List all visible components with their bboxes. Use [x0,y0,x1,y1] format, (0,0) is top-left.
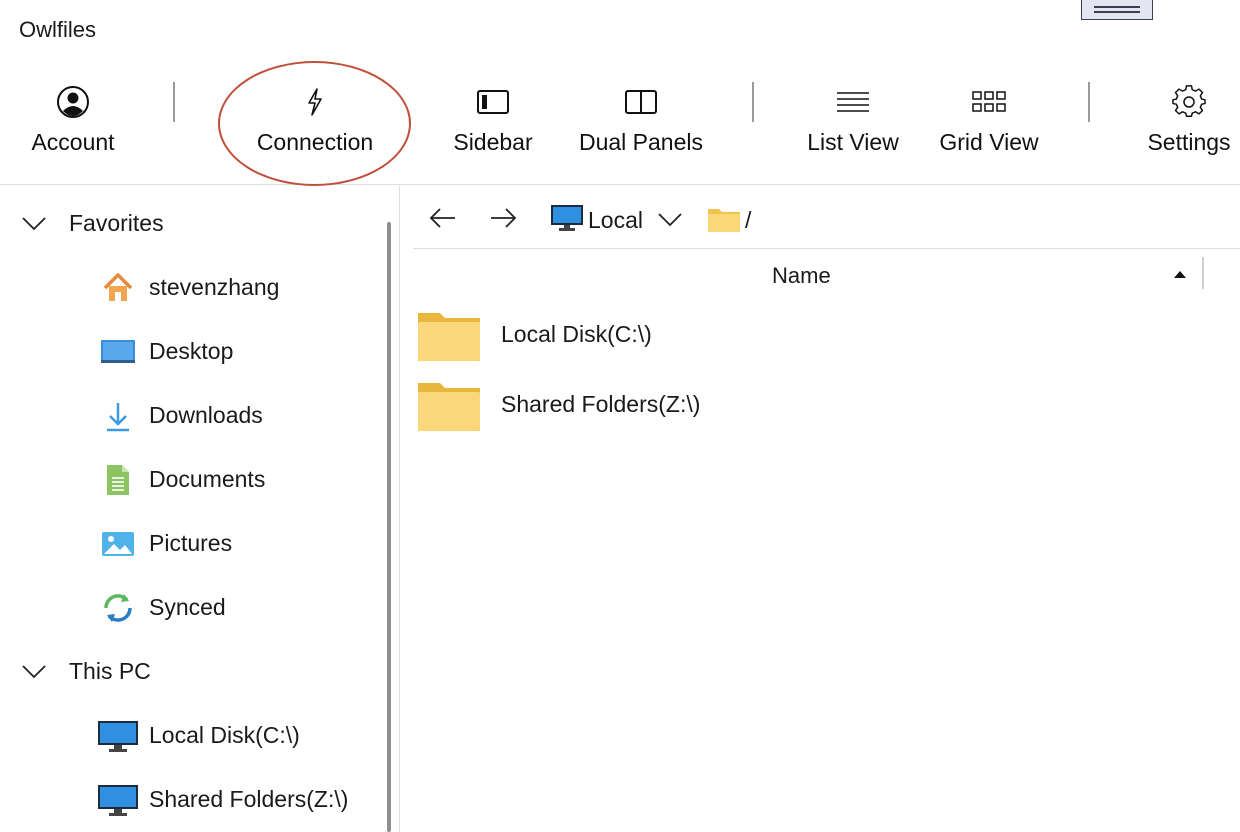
sidebar-item-pictures[interactable]: Pictures [5,516,375,572]
lightning-icon [297,84,333,120]
chevron-down-icon[interactable] [657,206,683,232]
sidebar-item-stevenzhang[interactable]: stevenzhang [5,260,375,316]
gear-icon [1171,84,1207,120]
desktop-icon [100,334,136,370]
monitor-icon [97,782,139,818]
favorites-section-header[interactable]: Favorites [5,198,375,248]
account-icon [55,84,91,120]
grid-view-label: Grid View [939,129,1039,155]
sidebar-item-downloads[interactable]: Downloads [5,388,375,444]
connection-button[interactable]: Connection [236,60,394,185]
sidebar-item-label: Local Disk(C:\) [149,722,300,748]
folder-icon [418,313,480,361]
list-view-icon [835,84,871,120]
toolbar-separator [173,82,175,122]
account-label: Account [31,129,115,155]
this-pc-section-header[interactable]: This PC [5,646,375,696]
sidebar-item-label: Downloads [149,402,263,428]
navigation-bar: Local / [413,186,1240,249]
computer-icon [551,205,583,231]
sidebar-icon [475,84,511,120]
sidebar-item-label: Desktop [149,338,234,364]
sidebar-item-label: stevenzhang [149,274,280,300]
home-icon [100,270,136,306]
download-icon [100,398,136,434]
forward-arrow-icon[interactable] [487,202,519,234]
dual-panels-button[interactable]: Dual Panels [570,60,712,185]
folder-icon [418,383,480,431]
account-button[interactable]: Account [0,60,146,185]
monitor-icon [97,718,139,754]
pictures-icon [100,526,136,562]
window-control-button[interactable] [1081,0,1153,20]
app-title: Owlfiles [19,17,97,42]
grid-view-button[interactable]: Grid View [928,60,1050,185]
sidebar-label: Sidebar [453,129,533,155]
column-divider[interactable] [1202,257,1204,289]
file-row[interactable]: Shared Folders(Z:\) [413,371,1203,437]
column-header-name[interactable]: Name [413,249,1204,301]
sidebar-item-documents[interactable]: Documents [5,452,375,508]
sidebar-item-label: Pictures [149,530,233,556]
list-view-label: List View [807,129,899,155]
sidebar-item-desktop[interactable]: Desktop [5,324,375,380]
file-row[interactable]: Local Disk(C:\) [413,301,1203,367]
file-name: Shared Folders(Z:\) [501,391,701,417]
settings-button[interactable]: Settings [1140,60,1238,185]
this-pc-label: This PC [69,657,151,684]
folder-icon [708,209,740,232]
grid-view-icon [971,84,1007,120]
sidebar-item-synced[interactable]: Synced [5,580,375,636]
column-name-label: Name [772,263,831,288]
sidebar: Favorites stevenzhang Desktop Downloads … [5,186,400,832]
sidebar-item-local-disk[interactable]: Local Disk(C:\) [5,708,375,764]
location-label[interactable]: Local [588,207,643,234]
toolbar-separator [1088,82,1090,122]
sidebar-item-label: Synced [149,594,226,620]
sidebar-scrollbar[interactable] [387,222,391,832]
toolbar: Account Connection Sidebar Dual Panels L… [0,60,1240,186]
chevron-down-icon [22,217,46,231]
favorites-label: Favorites [69,209,164,236]
sidebar-item-shared-folders[interactable]: Shared Folders(Z:\) [5,772,375,828]
back-arrow-icon[interactable] [427,202,459,234]
file-name: Local Disk(C:\) [501,321,652,347]
path-label[interactable]: / [745,207,751,234]
title-bar: Owlfiles [0,0,1240,60]
main-panel: Local / Name Local Disk(C:\) Shared Fold… [400,186,1240,832]
sidebar-toggle-button[interactable]: Sidebar [440,60,546,185]
list-view-button[interactable]: List View [798,60,908,185]
sidebar-item-label: Shared Folders(Z:\) [149,786,349,812]
chevron-down-icon [22,665,46,679]
sync-icon [100,590,136,626]
dual-panels-label: Dual Panels [578,129,704,155]
document-icon [100,462,136,498]
sidebar-item-label: Documents [149,466,266,492]
toolbar-separator [752,82,754,122]
connection-label: Connection [256,129,374,155]
dual-panels-icon [623,84,659,120]
sort-ascending-icon [1174,271,1186,278]
settings-label: Settings [1147,129,1231,155]
